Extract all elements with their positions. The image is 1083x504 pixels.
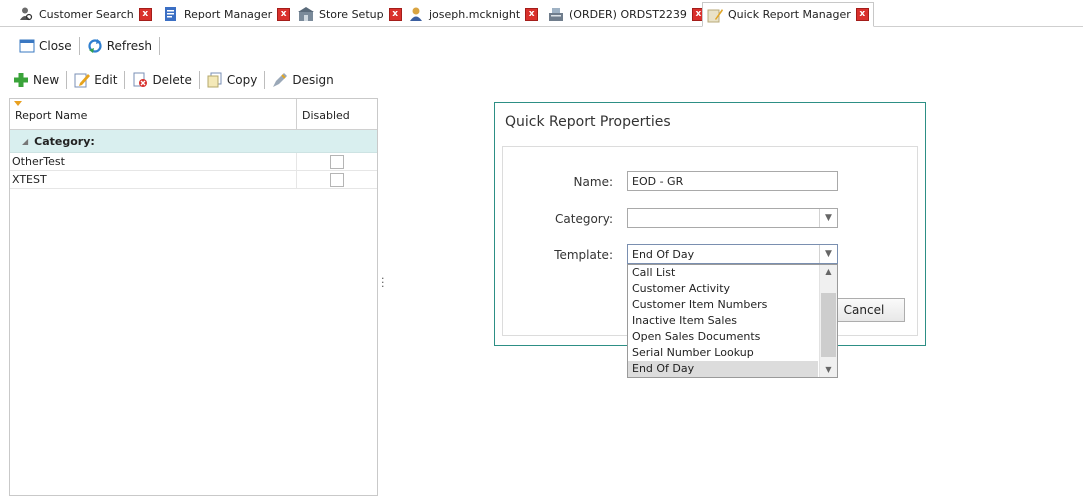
column-header-report-name[interactable]: Report Name [10, 99, 297, 129]
table-row[interactable]: OtherTest [10, 153, 377, 171]
scroll-up-icon[interactable]: ▲ [820, 265, 837, 279]
delete-button-label: Delete [152, 73, 192, 87]
window-icon [19, 38, 35, 54]
document-tab-strip: Customer Search x Report Manager x Store… [0, 0, 1083, 27]
template-label: Template: [554, 248, 613, 262]
dropdown-option[interactable]: Open Sales Documents [628, 329, 818, 345]
edit-button-label: Edit [94, 73, 118, 87]
collapse-arrow-icon[interactable]: ◢ [22, 137, 28, 146]
category-label: Category: [34, 134, 95, 148]
toolbar-separator [78, 37, 80, 55]
name-field[interactable] [627, 171, 838, 191]
tab-order[interactable]: (ORDER) ORDST2239 x [548, 3, 705, 25]
report-grid: Report Name Disabled ◢ Category: OtherTe… [9, 98, 378, 496]
dropdown-option[interactable]: Customer Activity [628, 281, 818, 297]
dialog-title: Quick Report Properties [505, 114, 671, 130]
toolbar-separator [264, 71, 266, 89]
refresh-button-label: Refresh [106, 39, 153, 53]
scrollbar-thumb[interactable] [821, 293, 836, 357]
design-button-label: Design [292, 73, 334, 87]
tab-label: (ORDER) ORDST2239 [569, 7, 687, 21]
delete-icon [132, 72, 148, 88]
dropdown-option[interactable]: Serial Number Lookup [628, 345, 818, 361]
template-select[interactable]: End Of Day ▼ [627, 244, 838, 264]
copy-button-label: Copy [226, 73, 258, 87]
new-button-label: New [33, 73, 60, 87]
disabled-checkbox[interactable] [330, 172, 344, 187]
dropdown-option-selected[interactable]: End Of Day [628, 361, 818, 377]
close-button-label: Close [39, 39, 72, 53]
edit-icon [74, 72, 91, 88]
filter-icon[interactable] [14, 101, 22, 106]
toolbar-separator [124, 71, 126, 89]
toolbar-separator [159, 37, 161, 55]
register-icon [548, 6, 564, 22]
tab-label: Store Setup [319, 7, 384, 21]
category-label: Category: [555, 212, 613, 226]
scroll-down-icon[interactable]: ▼ [820, 363, 837, 377]
toolbar-separator [66, 71, 68, 89]
tab-label: Report Manager [184, 7, 273, 21]
name-label: Name: [573, 175, 613, 189]
tab-customer-search[interactable]: Customer Search x [18, 3, 152, 25]
tab-label: Customer Search [39, 7, 134, 21]
column-header-label: Disabled [302, 109, 350, 122]
person-search-icon [18, 6, 34, 22]
store-icon [298, 6, 314, 22]
toolbar-separator [198, 71, 200, 89]
refresh-icon [87, 38, 103, 54]
dropdown-option[interactable]: Inactive Item Sales [628, 313, 818, 329]
tab-quick-report-manager[interactable]: Quick Report Manager x [702, 2, 874, 27]
close-icon[interactable]: x [855, 8, 869, 21]
report-name-cell: XTEST [10, 171, 297, 188]
close-icon[interactable]: x [277, 7, 291, 21]
tab-user[interactable]: joseph.mcknight x [408, 3, 539, 25]
chevron-down-icon[interactable]: ▼ [819, 209, 837, 227]
disabled-checkbox[interactable] [330, 154, 344, 169]
user-icon [408, 6, 424, 22]
panel-splitter[interactable]: · · · [381, 273, 385, 292]
dropdown-option[interactable]: Call List [628, 265, 818, 281]
new-button[interactable]: New [10, 70, 62, 90]
design-button[interactable]: Design [269, 70, 336, 90]
grid-header: Report Name Disabled [10, 99, 377, 130]
delete-button[interactable]: Delete [129, 70, 194, 90]
report-actions-toolbar: New Edit Delete Copy Design [0, 68, 380, 92]
table-row[interactable]: XTEST [10, 171, 377, 189]
main-toolbar: Close Refresh [0, 27, 1083, 65]
category-group-row[interactable]: ◢ Category: [10, 130, 377, 153]
dropdown-option[interactable]: Customer Item Numbers [628, 297, 818, 313]
close-icon[interactable]: x [138, 7, 152, 21]
copy-icon [207, 72, 223, 88]
dropdown-scrollbar[interactable]: ▲ ▼ [819, 265, 837, 377]
tab-store-setup[interactable]: Store Setup x [298, 3, 402, 25]
refresh-button[interactable]: Refresh [84, 36, 155, 56]
report-name-cell: OtherTest [10, 153, 297, 170]
tab-report-manager[interactable]: Report Manager x [163, 3, 291, 25]
column-header-disabled[interactable]: Disabled [297, 99, 377, 129]
close-icon[interactable]: x [525, 7, 539, 21]
chevron-down-icon[interactable]: ▼ [819, 245, 837, 263]
tab-label: joseph.mcknight [429, 7, 521, 21]
plus-icon [13, 72, 29, 88]
category-select[interactable]: ▼ [627, 208, 838, 228]
tab-label: Quick Report Manager [728, 8, 851, 21]
edit-button[interactable]: Edit [71, 70, 120, 90]
report-icon [163, 6, 179, 22]
close-button[interactable]: Close [16, 36, 75, 56]
design-icon [272, 72, 288, 88]
template-dropdown-list: Call List Customer Activity Customer Ite… [627, 264, 838, 378]
column-header-label: Report Name [15, 109, 88, 122]
copy-button[interactable]: Copy [204, 70, 260, 90]
template-select-value: End Of Day [632, 248, 695, 261]
close-icon[interactable]: x [388, 7, 402, 21]
pencil-report-icon [707, 7, 723, 23]
